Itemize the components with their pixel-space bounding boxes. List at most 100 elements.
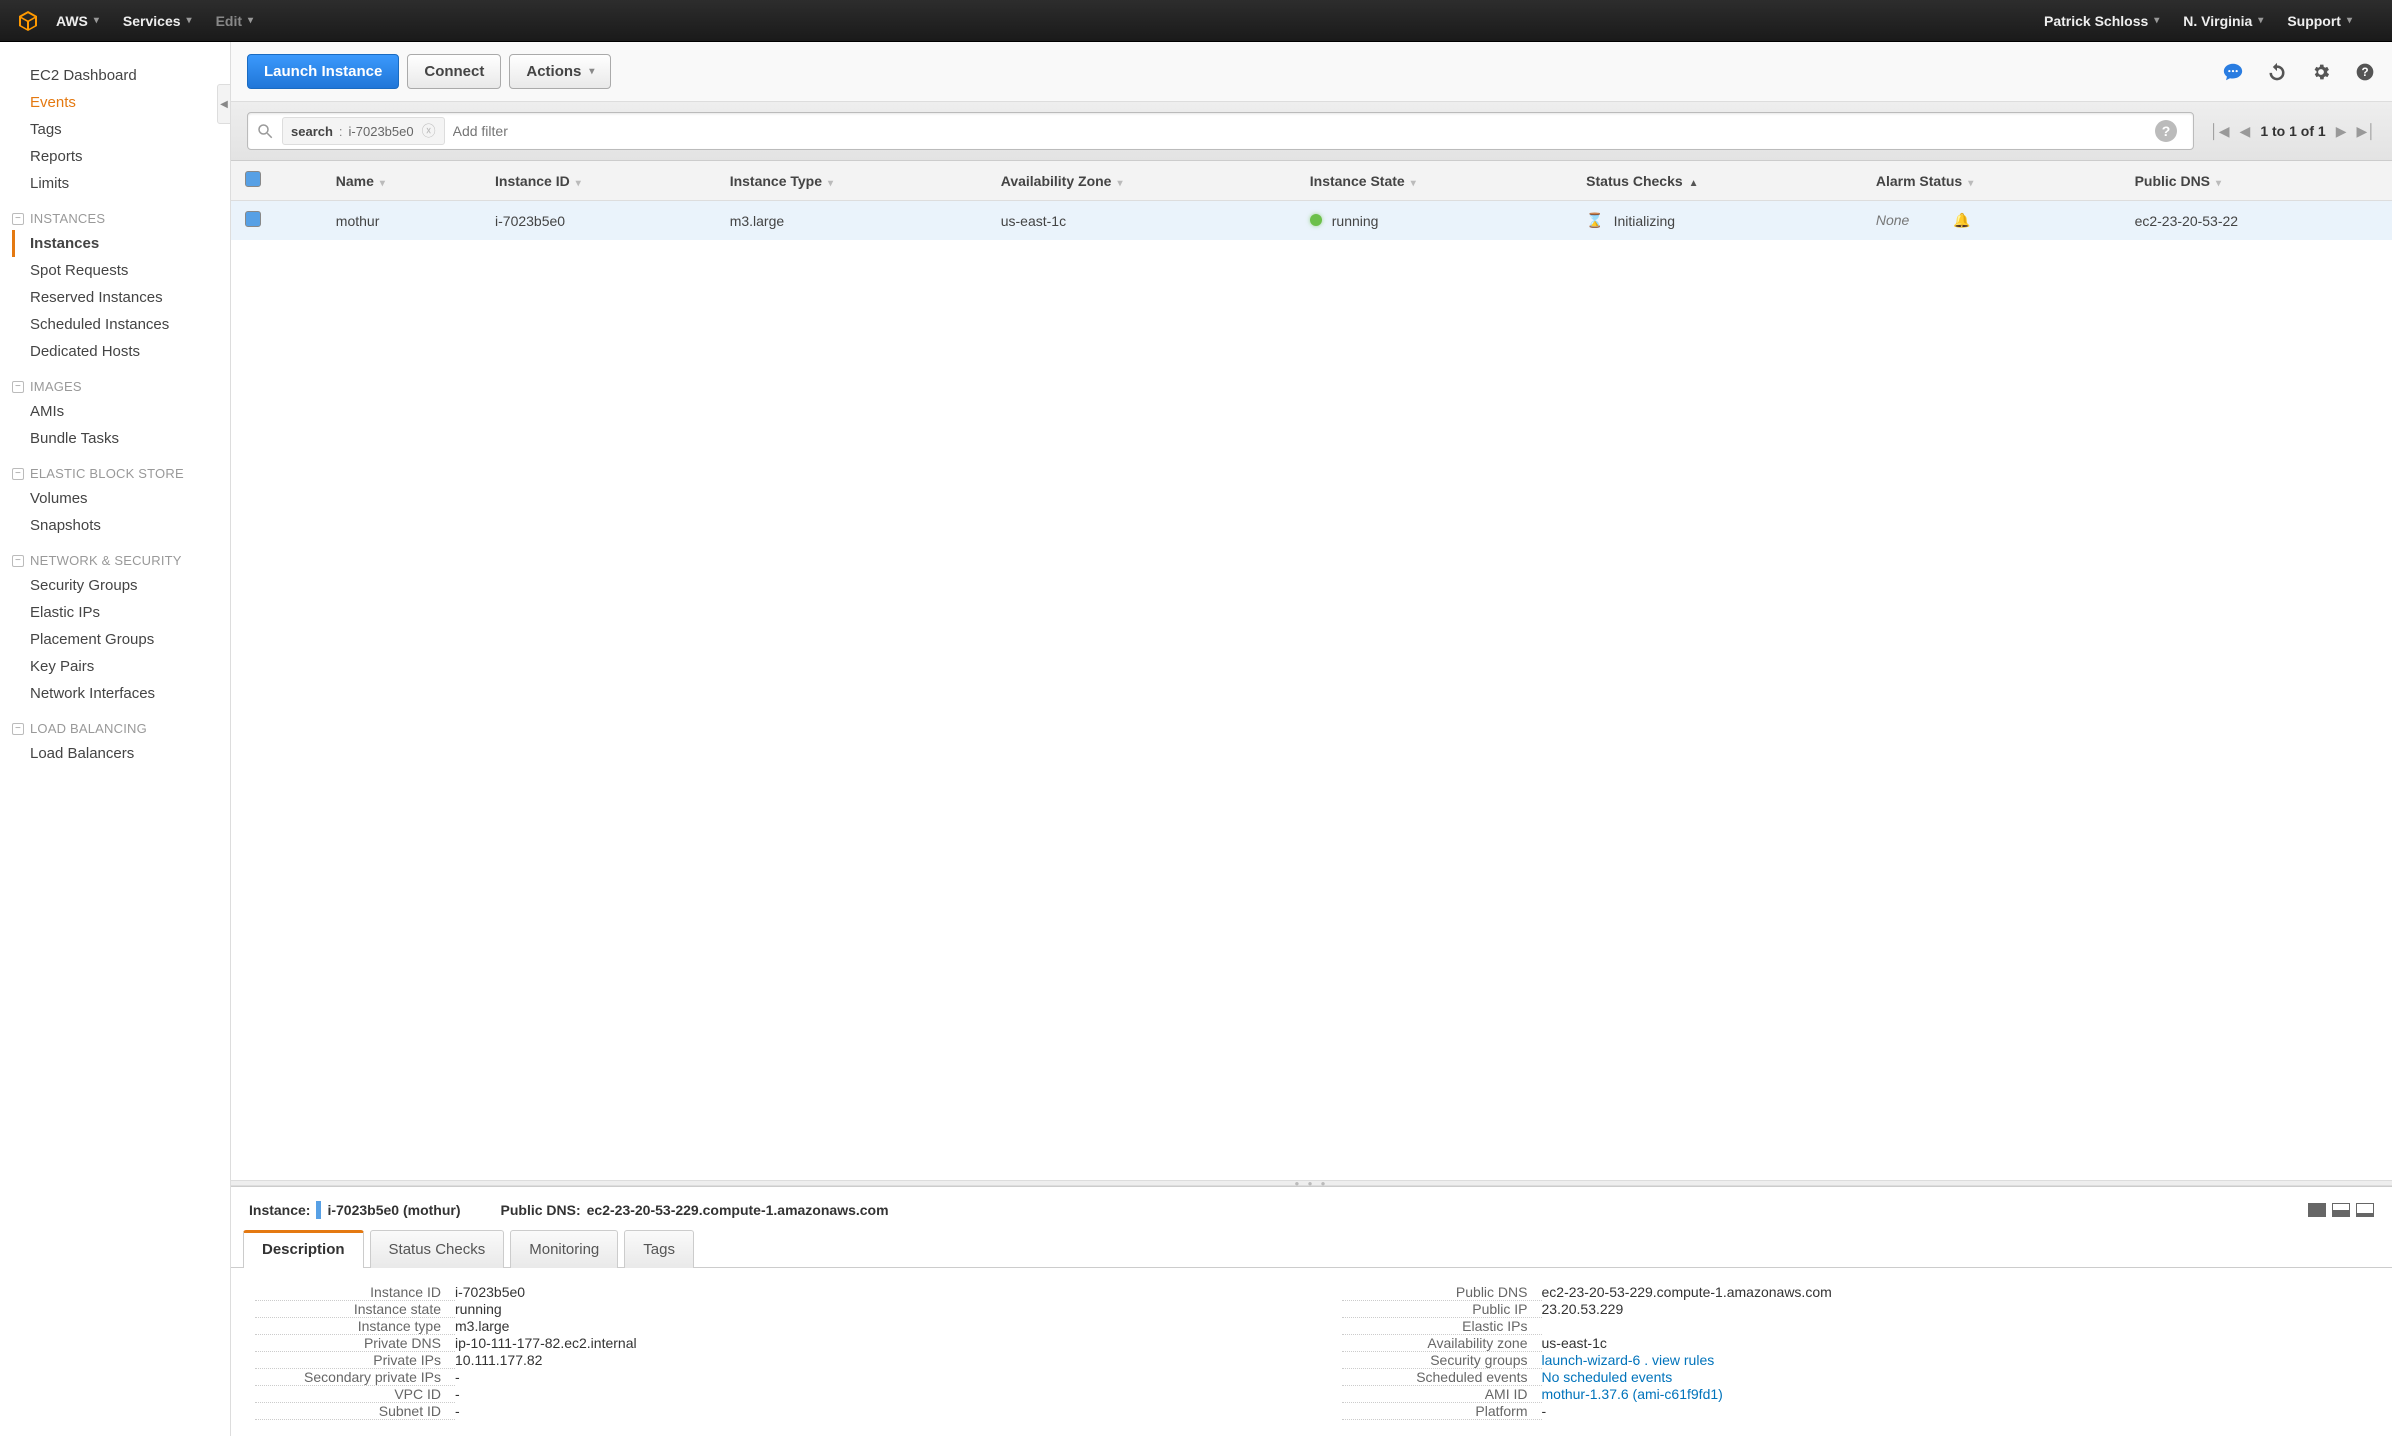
col-status-checks[interactable]: Status Checks▲ <box>1572 161 1862 201</box>
layout-full-icon[interactable] <box>2308 1203 2326 1217</box>
refresh-icon[interactable] <box>2266 61 2288 83</box>
col-name[interactable]: Name▾ <box>322 161 481 201</box>
desc-val: running <box>455 1301 1282 1317</box>
region-menu[interactable]: N. Virginia▾ <box>2183 13 2263 29</box>
desc-key: Security groups <box>1342 1352 1542 1369</box>
layout-split-icon[interactable] <box>2332 1203 2350 1217</box>
section-load-balancing[interactable]: −LOAD BALANCING <box>12 707 230 740</box>
desc-val: us-east-1c <box>1542 1335 2369 1351</box>
feedback-icon[interactable] <box>2222 61 2244 83</box>
desc-key: Elastic IPs <box>1342 1318 1542 1335</box>
desc-key: Instance type <box>255 1318 455 1335</box>
col-availability-zone[interactable]: Availability Zone▾ <box>987 161 1296 201</box>
nav-limits[interactable]: Limits <box>12 170 230 197</box>
tab-description[interactable]: Description <box>243 1230 364 1268</box>
nav-amis[interactable]: AMIs <box>12 398 230 425</box>
remove-filter-icon[interactable]: ⓧ <box>422 121 436 141</box>
desc-key: Secondary private IPs <box>255 1369 455 1386</box>
description-grid: Instance IDi-7023b5e0Instance staterunni… <box>231 1268 2392 1436</box>
nav-volumes[interactable]: Volumes <box>12 485 230 512</box>
pager-next[interactable]: ▶ <box>2336 123 2347 140</box>
nav-reserved-instances[interactable]: Reserved Instances <box>12 284 230 311</box>
nav-placement-groups[interactable]: Placement Groups <box>12 626 230 653</box>
detail-link[interactable]: launch-wizard-6 . view rules <box>1542 1352 1715 1368</box>
desc-key: Scheduled events <box>1342 1369 1542 1386</box>
tab-tags[interactable]: Tags <box>624 1230 694 1268</box>
nav-security-groups[interactable]: Security Groups <box>12 572 230 599</box>
nav-ec2-dashboard[interactable]: EC2 Dashboard <box>12 62 230 89</box>
section-instances[interactable]: −INSTANCES <box>12 197 230 230</box>
nav-load-balancers[interactable]: Load Balancers <box>12 740 230 767</box>
launch-instance-button[interactable]: Launch Instance <box>247 54 399 89</box>
pager-prev[interactable]: ◀ <box>2240 123 2251 140</box>
desc-key: Availability zone <box>1342 1335 1542 1352</box>
nav-events[interactable]: Events <box>12 89 230 116</box>
support-menu[interactable]: Support▾ <box>2287 13 2352 29</box>
desc-row: Subnet ID- <box>255 1403 1282 1420</box>
desc-row: Security groupslaunch-wizard-6 . view ru… <box>1342 1352 2369 1369</box>
alarm-bell-icon[interactable]: 🔔 <box>1953 212 1970 228</box>
nav-network-interfaces[interactable]: Network Interfaces <box>12 680 230 707</box>
filter-help-icon[interactable]: ? <box>2155 120 2177 142</box>
col-instance-id[interactable]: Instance ID▾ <box>481 161 716 201</box>
col-alarm-status[interactable]: Alarm Status▾ <box>1862 161 2121 201</box>
col-public-dns[interactable]: Public DNS▾ <box>2121 161 2392 201</box>
filter-tag[interactable]: search : i-7023b5e0 ⓧ <box>282 117 445 145</box>
tab-monitoring[interactable]: Monitoring <box>510 1230 618 1268</box>
section-elastic-block-store[interactable]: −ELASTIC BLOCK STORE <box>12 452 230 485</box>
cell-name: mothur <box>322 201 481 241</box>
desc-val: ec2-23-20-53-229.compute-1.amazonaws.com <box>1542 1284 2369 1300</box>
help-icon[interactable]: ? <box>2354 61 2376 83</box>
detail-header: Instance: i-7023b5e0 (mothur) Public DNS… <box>231 1187 2392 1229</box>
user-menu[interactable]: Patrick Schloss▾ <box>2044 13 2159 29</box>
filter-box[interactable]: search : i-7023b5e0 ⓧ ? <box>247 112 2194 150</box>
nav-elastic-ips[interactable]: Elastic IPs <box>12 599 230 626</box>
tab-status-checks[interactable]: Status Checks <box>370 1230 505 1268</box>
desc-key: Public IP <box>1342 1301 1542 1318</box>
desc-val: - <box>455 1403 1282 1419</box>
cell-instance-id: i-7023b5e0 <box>481 201 716 241</box>
services-menu[interactable]: Services▾ <box>123 13 192 29</box>
desc-key: Public DNS <box>1342 1284 1542 1301</box>
layout-bottom-icon[interactable] <box>2356 1203 2374 1217</box>
desc-val: i-7023b5e0 <box>455 1284 1282 1300</box>
section-network-security[interactable]: −NETWORK & SECURITY <box>12 539 230 572</box>
pager-last[interactable]: ▶│ <box>2356 123 2376 140</box>
aws-menu[interactable]: AWS▾ <box>56 13 99 29</box>
desc-row: Availability zoneus-east-1c <box>1342 1335 2369 1352</box>
desc-row: Public DNSec2-23-20-53-229.compute-1.ama… <box>1342 1284 2369 1301</box>
nav-scheduled-instances[interactable]: Scheduled Instances <box>12 311 230 338</box>
desc-row: Elastic IPs <box>1342 1318 2369 1335</box>
col-instance-state[interactable]: Instance State▾ <box>1296 161 1572 201</box>
desc-row: Private IPs10.111.177.82 <box>255 1352 1282 1369</box>
sidebar-collapse-handle[interactable]: ◀ <box>217 84 230 124</box>
section-images[interactable]: −IMAGES <box>12 365 230 398</box>
nav-key-pairs[interactable]: Key Pairs <box>12 653 230 680</box>
actions-menu-button[interactable]: Actions▾ <box>509 54 611 89</box>
nav-bundle-tasks[interactable]: Bundle Tasks <box>12 425 230 452</box>
left-sidebar: ◀ EC2 DashboardEventsTagsReportsLimits −… <box>0 42 230 1436</box>
detail-pane: Instance: i-7023b5e0 (mothur) Public DNS… <box>231 1186 2392 1436</box>
nav-spot-requests[interactable]: Spot Requests <box>12 257 230 284</box>
detail-link[interactable]: No scheduled events <box>1542 1369 1673 1385</box>
nav-dedicated-hosts[interactable]: Dedicated Hosts <box>12 338 230 365</box>
state-running-icon <box>1310 214 1322 226</box>
edit-menu[interactable]: Edit▾ <box>216 13 253 29</box>
col-instance-type[interactable]: Instance Type▾ <box>716 161 987 201</box>
desc-key: VPC ID <box>255 1386 455 1403</box>
selection-marker <box>316 1201 321 1219</box>
pager-first[interactable]: │◀ <box>2210 123 2230 140</box>
row-checkbox[interactable] <box>245 211 261 227</box>
table-row[interactable]: mothuri-7023b5e0m3.largeus-east-1crunnin… <box>231 201 2392 241</box>
nav-instances[interactable]: Instances <box>12 230 230 257</box>
select-all-checkbox[interactable] <box>245 171 261 187</box>
settings-gear-icon[interactable] <box>2310 61 2332 83</box>
nav-tags[interactable]: Tags <box>12 116 230 143</box>
connect-button[interactable]: Connect <box>407 54 501 89</box>
desc-val: - <box>455 1386 1282 1402</box>
desc-row: Secondary private IPs- <box>255 1369 1282 1386</box>
filter-input[interactable] <box>453 123 2155 139</box>
nav-snapshots[interactable]: Snapshots <box>12 512 230 539</box>
detail-link[interactable]: mothur-1.37.6 (ami-c61f9fd1) <box>1542 1386 1723 1402</box>
nav-reports[interactable]: Reports <box>12 143 230 170</box>
